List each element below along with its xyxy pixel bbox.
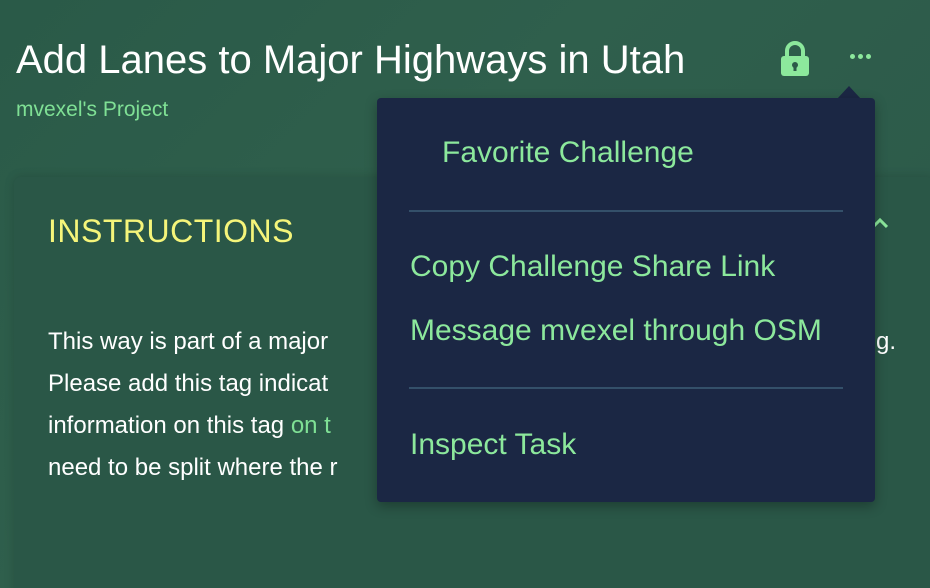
lock-icon[interactable]: [778, 41, 812, 77]
menu-divider: [409, 210, 843, 212]
copy-share-link-item[interactable]: Copy Challenge Share Link: [410, 250, 775, 284]
project-link[interactable]: mvexel's Project: [16, 98, 168, 122]
menu-divider: [409, 387, 843, 389]
instructions-heading: INSTRUCTIONS: [48, 213, 294, 249]
inspect-task-item[interactable]: Inspect Task: [410, 428, 576, 462]
instructions-line-tail: g.: [876, 328, 897, 355]
ellipsis-icon[interactable]: [842, 42, 878, 70]
challenge-options-menu: Favorite Challenge Copy Challenge Share …: [377, 98, 875, 502]
wiki-link[interactable]: on t: [291, 412, 331, 439]
page-title: Add Lanes to Major Highways in Utah: [16, 38, 686, 82]
favorite-challenge-item[interactable]: Favorite Challenge: [442, 136, 694, 170]
message-owner-item[interactable]: Message mvexel through OSM: [410, 314, 822, 348]
